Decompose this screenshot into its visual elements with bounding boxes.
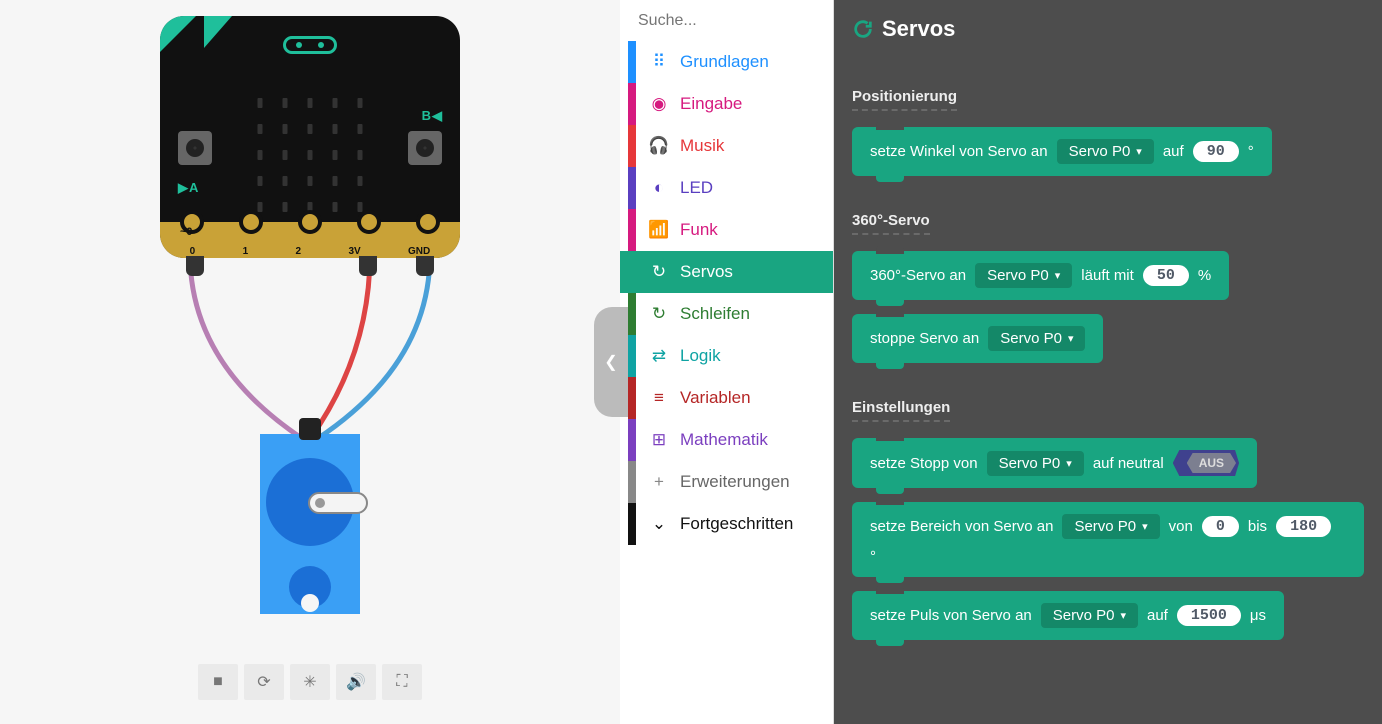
- category-icon: ⌄: [648, 514, 670, 534]
- stop-button[interactable]: ■: [198, 664, 238, 700]
- btn-a-label: A: [178, 180, 198, 196]
- category-label: Mathematik: [680, 430, 768, 450]
- angle-value[interactable]: 90: [1193, 141, 1239, 162]
- section-positioning: Positionierung: [852, 88, 957, 111]
- pin-dropdown[interactable]: Servo P0: [1057, 139, 1154, 164]
- pin-dropdown[interactable]: Servo P0: [1062, 514, 1159, 539]
- refresh-button[interactable]: ⟳: [244, 664, 284, 700]
- pin-dropdown[interactable]: Servo P0: [988, 326, 1085, 351]
- search-input[interactable]: [638, 12, 845, 30]
- category-label: Variablen: [680, 388, 751, 408]
- category-servos[interactable]: ↻ Servos: [620, 251, 833, 293]
- category-icon: ≡: [648, 388, 670, 408]
- category-icon: ⠿: [648, 52, 670, 72]
- category-label: Grundlagen: [680, 52, 769, 72]
- microbit-board[interactable]: A B ~0 0 1 2 3V GND: [160, 16, 460, 258]
- servo-arm: [308, 492, 368, 514]
- category-label: Servos: [680, 262, 733, 282]
- section-360: 360°-Servo: [852, 212, 930, 235]
- category-label: Erweiterungen: [680, 472, 790, 492]
- category-label: Funk: [680, 220, 718, 240]
- category-label: Schleifen: [680, 304, 750, 324]
- section-settings: Einstellungen: [852, 399, 950, 422]
- pin-dropdown[interactable]: Servo P0: [975, 263, 1072, 288]
- category-led[interactable]: ◐ LED: [620, 167, 833, 209]
- sound-button[interactable]: 🔊: [336, 664, 376, 700]
- category-icon: ↻: [648, 304, 670, 324]
- microbit-notch: [283, 36, 337, 54]
- category-musik[interactable]: 🎧 Musik: [620, 125, 833, 167]
- pin-dropdown[interactable]: Servo P0: [1041, 603, 1138, 628]
- block-360-run[interactable]: 360°-Servo an Servo P0 läuft mit 50 %: [852, 251, 1229, 300]
- category-logik[interactable]: ⇄ Logik: [620, 335, 833, 377]
- toolbox: 🔍 ⠿ Grundlagen ◉ Eingabe 🎧 Musik ◐ LED 📶…: [620, 0, 834, 724]
- speed-value[interactable]: 50: [1143, 265, 1189, 286]
- category-eingabe[interactable]: ◉ Eingabe: [620, 83, 833, 125]
- category-erweiterungen[interactable]: + Erweiterungen: [620, 461, 833, 503]
- simulator-stage: A B ~0 0 1 2 3V GND: [0, 0, 620, 664]
- block-set-stop[interactable]: setze Stopp von Servo P0 auf neutral AUS: [852, 438, 1257, 488]
- category-icon: 🎧: [648, 136, 670, 156]
- category-icon: ◐: [648, 178, 670, 198]
- led-matrix: [258, 98, 363, 212]
- category-icon: +: [648, 472, 670, 492]
- category-variablen[interactable]: ≡ Variablen: [620, 377, 833, 419]
- category-icon: 📶: [648, 220, 670, 240]
- category-icon: ↻: [648, 262, 670, 282]
- ac-label: ~0: [180, 226, 193, 238]
- category-label: Eingabe: [680, 94, 742, 114]
- toggle-neutral[interactable]: AUS: [1173, 450, 1239, 476]
- sim-toolbar: ■ ⟳ ✳ 🔊 ⛶: [198, 664, 422, 700]
- category-label: LED: [680, 178, 713, 198]
- category-label: Fortgeschritten: [680, 514, 793, 534]
- button-b[interactable]: [408, 131, 442, 165]
- category-icon: ⊞: [648, 430, 670, 450]
- servo-motor[interactable]: [260, 434, 360, 614]
- pin-dropdown[interactable]: Servo P0: [987, 451, 1084, 476]
- btn-b-label: B: [422, 108, 442, 124]
- category-funk[interactable]: 📶 Funk: [620, 209, 833, 251]
- simulator-panel: A B ~0 0 1 2 3V GND: [0, 0, 620, 724]
- block-set-range[interactable]: setze Bereich von Servo an Servo P0 von …: [852, 502, 1364, 577]
- refresh-icon: [852, 18, 874, 40]
- button-a[interactable]: [178, 131, 212, 165]
- fullscreen-button[interactable]: ⛶: [382, 664, 422, 700]
- debug-button[interactable]: ✳: [290, 664, 330, 700]
- category-icon: ⇄: [648, 346, 670, 366]
- pulse-value[interactable]: 1500: [1177, 605, 1241, 626]
- category-schleifen[interactable]: ↻ Schleifen: [620, 293, 833, 335]
- range-max[interactable]: 180: [1276, 516, 1331, 537]
- block-set-pulse[interactable]: setze Puls von Servo an Servo P0 auf 150…: [852, 591, 1284, 640]
- range-min[interactable]: 0: [1202, 516, 1239, 537]
- panel-title: Servos: [882, 16, 955, 42]
- category-label: Logik: [680, 346, 721, 366]
- wires: [160, 254, 460, 444]
- block-set-angle[interactable]: setze Winkel von Servo an Servo P0 auf 9…: [852, 127, 1272, 176]
- search-row: 🔍: [620, 0, 833, 41]
- category-fortgeschritten[interactable]: ⌄ Fortgeschritten: [620, 503, 833, 545]
- category-icon: ◉: [648, 94, 670, 114]
- category-mathematik[interactable]: ⊞ Mathematik: [620, 419, 833, 461]
- category-label: Musik: [680, 136, 724, 156]
- panel-header: Servos: [852, 16, 1364, 42]
- category-grundlagen[interactable]: ⠿ Grundlagen: [620, 41, 833, 83]
- block-stop-servo[interactable]: stoppe Servo an Servo P0: [852, 314, 1103, 363]
- blocks-flyout: Servos Positionierung setze Winkel von S…: [834, 0, 1382, 724]
